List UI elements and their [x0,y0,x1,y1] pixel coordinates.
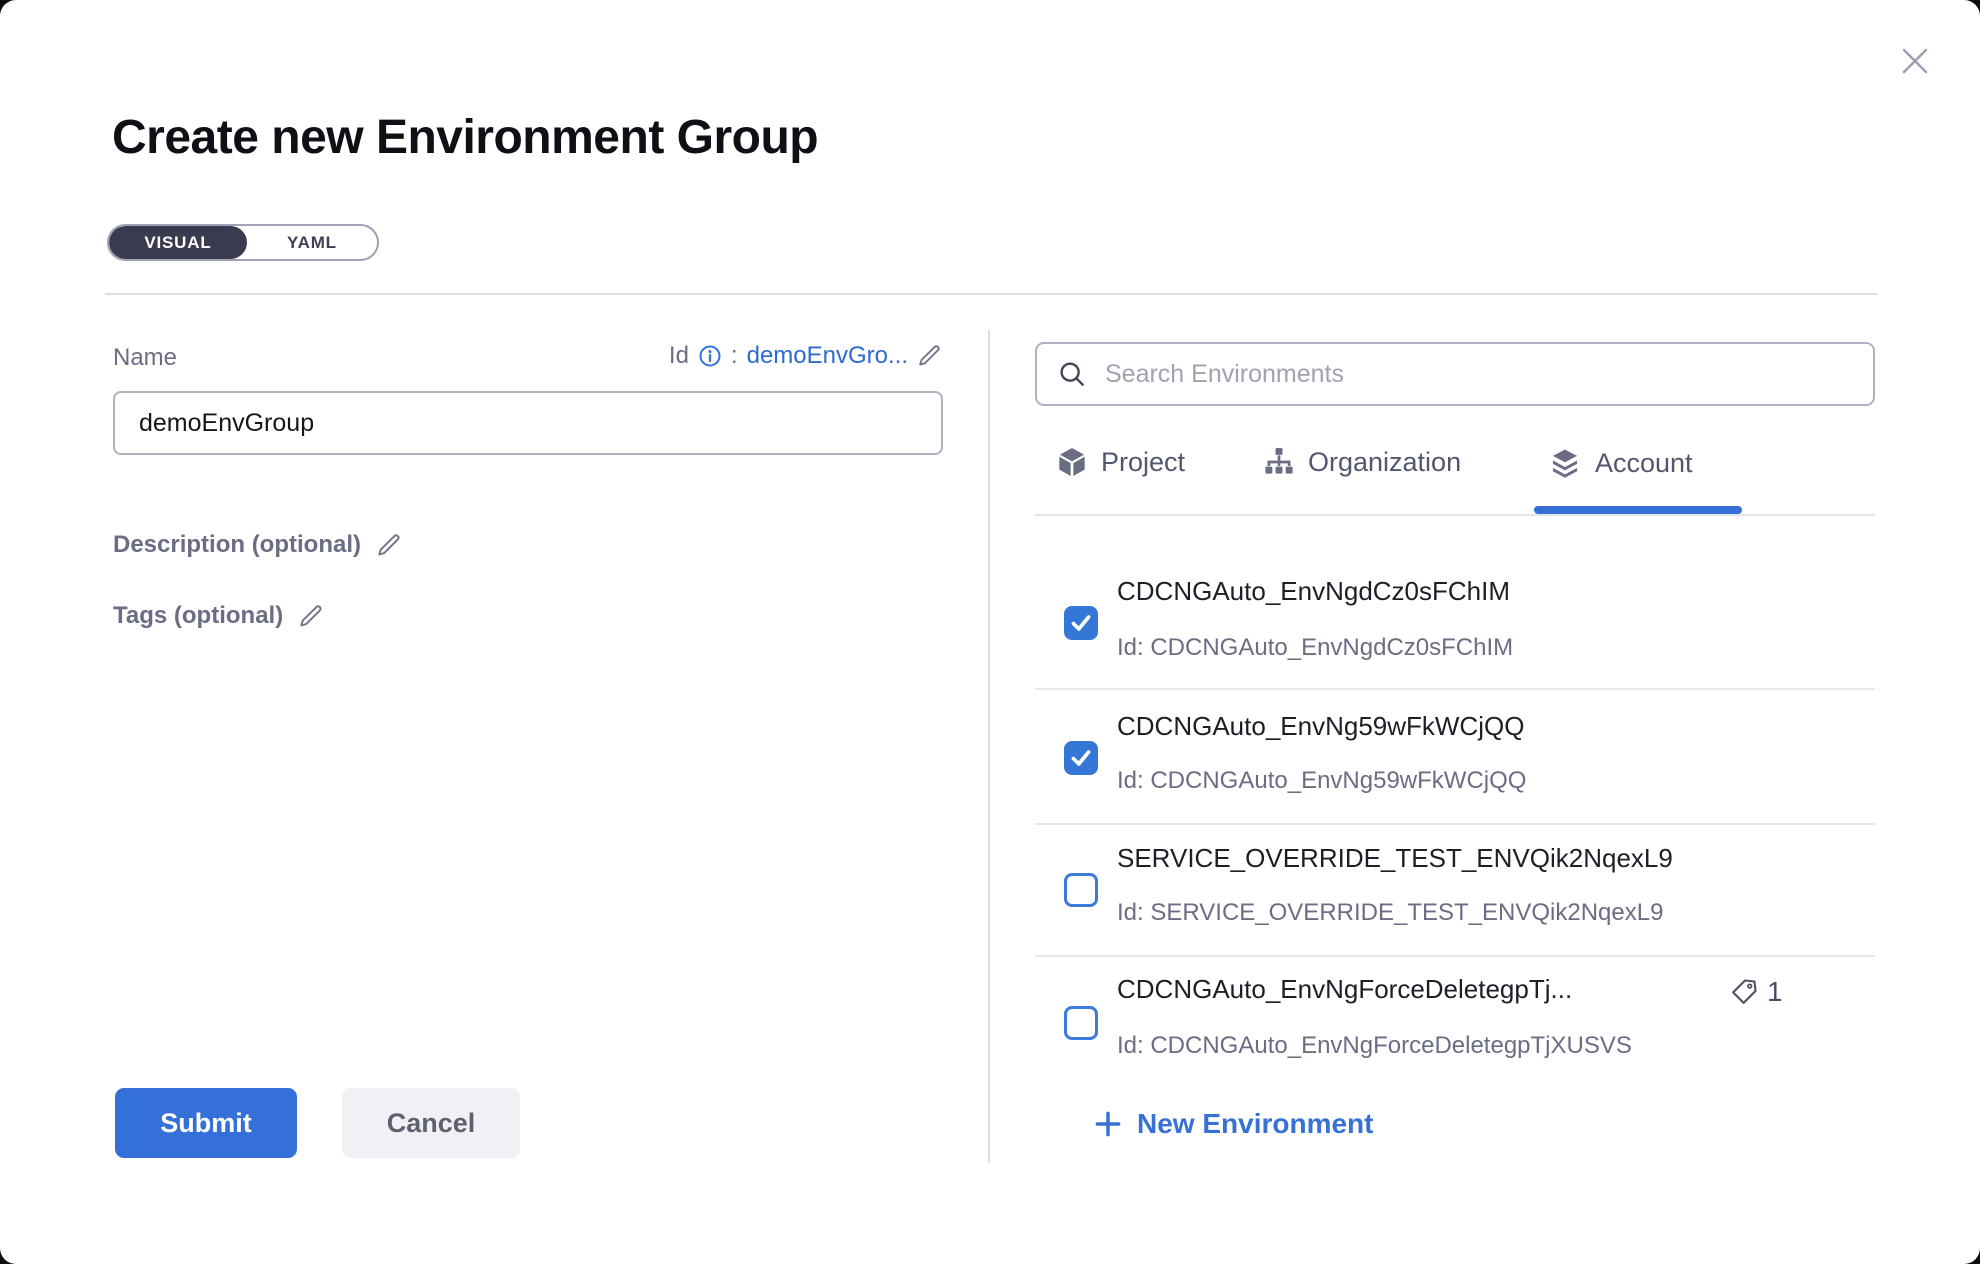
create-environment-group-dialog: Create new Environment Group VISUAL YAML… [0,0,1980,1264]
env-name[interactable]: SERVICE_OVERRIDE_TEST_ENVQik2NqexL9 [1117,843,1673,874]
edit-tags-icon[interactable] [298,603,325,630]
submit-button[interactable]: Submit [115,1088,297,1158]
cancel-button[interactable]: Cancel [342,1088,520,1158]
cube-icon [1056,446,1088,478]
tab-organization-label: Organization [1308,447,1461,478]
active-tab-underline [1534,506,1742,514]
description-row: Description (optional) [113,531,403,559]
id-value: demoEnvGro... [747,342,908,370]
env-id: Id: CDCNGAuto_EnvNg59wFkWCjQQ [1117,767,1526,795]
env-checkbox[interactable] [1064,873,1098,907]
name-input[interactable] [113,391,943,455]
env-checkbox[interactable] [1064,1006,1098,1040]
env-name[interactable]: CDCNGAuto_EnvNgdCz0sFChIM [1117,576,1510,607]
check-icon [1068,745,1094,771]
tab-organization[interactable]: Organization [1263,446,1461,478]
page-title: Create new Environment Group [112,110,818,165]
check-icon [1068,610,1094,636]
toggle-visual[interactable]: VISUAL [109,226,247,259]
edit-description-icon[interactable] [376,532,403,559]
org-chart-icon [1263,446,1295,478]
environment-list: CDCNGAuto_EnvNgdCz0sFChIM Id: CDCNGAuto_… [1035,516,1875,1058]
env-id: Id: CDCNGAuto_EnvNgForceDeletegpTjXUSVS [1117,1032,1632,1058]
close-icon[interactable] [1896,42,1934,80]
id-label: Id [669,342,689,370]
new-environment-label: New Environment [1137,1108,1373,1140]
tags-label: Tags (optional) [113,602,283,630]
header-divider [105,293,1878,295]
tab-account-label: Account [1595,448,1693,479]
toggle-yaml[interactable]: YAML [247,226,377,259]
visual-yaml-toggle: VISUAL YAML [107,224,379,261]
new-environment-button[interactable]: New Environment [1093,1108,1373,1140]
row-divider [1035,688,1875,690]
layers-icon [1548,446,1582,480]
tags-row: Tags (optional) [113,602,325,630]
env-checkbox[interactable] [1064,606,1098,640]
id-separator: : [731,342,738,370]
tab-project[interactable]: Project [1056,446,1185,478]
search-box [1035,342,1875,406]
info-icon[interactable] [698,344,722,368]
env-checkbox[interactable] [1064,741,1098,775]
tab-account[interactable]: Account [1548,446,1693,480]
env-name[interactable]: CDCNGAuto_EnvNg59wFkWCjQQ [1117,711,1524,742]
env-id: Id: SERVICE_OVERRIDE_TEST_ENVQik2NqexL9 [1117,899,1663,927]
row-divider [1035,955,1875,957]
tab-project-label: Project [1101,447,1185,478]
description-label: Description (optional) [113,531,361,559]
edit-id-icon[interactable] [917,343,943,369]
env-id: Id: CDCNGAuto_EnvNgdCz0sFChIM [1117,634,1513,662]
panel-divider [988,330,990,1163]
name-label: Name [113,344,177,372]
plus-icon [1093,1109,1123,1139]
tag-icon [1729,977,1759,1007]
tag-count-badge: 1 [1729,976,1783,1008]
row-divider [1035,823,1875,825]
search-input[interactable] [1103,359,1873,390]
tag-count: 1 [1767,976,1783,1008]
env-name[interactable]: CDCNGAuto_EnvNgForceDeletegpTj... [1117,974,1572,1005]
search-icon [1057,359,1087,389]
id-row: Id : demoEnvGro... [669,342,943,370]
